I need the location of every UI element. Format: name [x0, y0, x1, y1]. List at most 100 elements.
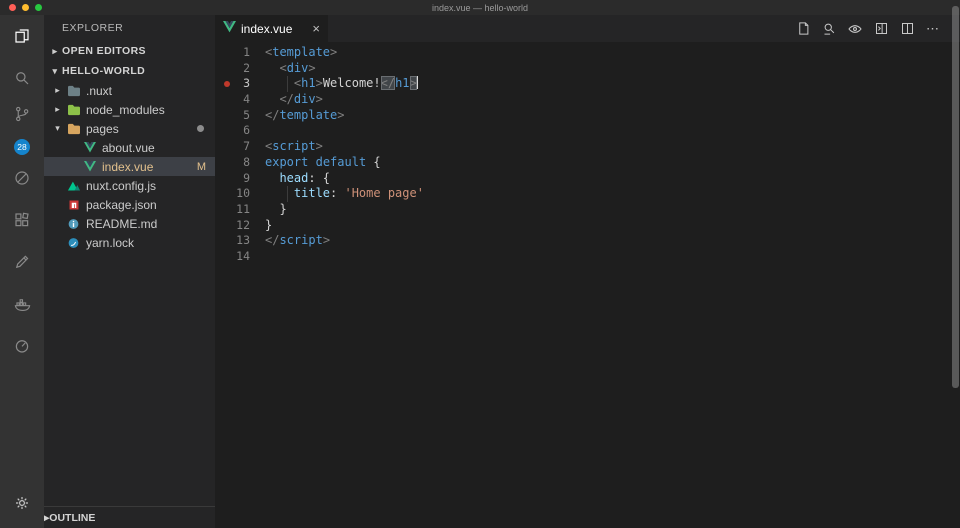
line-number[interactable]: 3 [215, 76, 265, 92]
close-tab-icon[interactable]: × [312, 22, 320, 35]
tree-item-label: package.json [82, 198, 157, 212]
extensions-icon[interactable] [0, 199, 44, 241]
code-line[interactable]: 13</script> [215, 233, 960, 249]
line-number[interactable]: 12 [215, 218, 265, 234]
line-number[interactable]: 14 [215, 249, 265, 265]
more-actions-icon[interactable]: ⋯ [920, 21, 946, 37]
open-to-side-icon[interactable] [868, 21, 894, 36]
outline-section[interactable]: ▸ OUTLINE [44, 506, 215, 528]
code-text: </script> [265, 233, 330, 249]
code-line[interactable]: 4 </div> [215, 92, 960, 108]
tree-item-pages[interactable]: ▾ pages [44, 119, 215, 138]
tab-index-vue[interactable]: index.vue × [215, 15, 328, 42]
tree-item-package-json[interactable]: package.json [44, 195, 215, 214]
code-line[interactable]: 9 head: { [215, 171, 960, 187]
tree-item-label: nuxt.config.js [82, 179, 156, 193]
md-icon [65, 218, 82, 230]
code-line[interactable]: 5</template> [215, 108, 960, 124]
code-line[interactable]: 2 <div> [215, 61, 960, 77]
code-line[interactable]: 12} [215, 218, 960, 234]
sidebar-title: EXPLORER [44, 15, 215, 41]
tree-item-label: about.vue [98, 141, 155, 155]
chevron-down-icon: ▾ [50, 123, 65, 134]
code-text: </div> [265, 92, 323, 108]
search-icon[interactable] [0, 57, 44, 99]
tree-item-yarn-lock[interactable]: yarn.lock [44, 233, 215, 252]
code-line[interactable]: 8export default { [215, 155, 960, 171]
code-line[interactable]: 1<template> [215, 45, 960, 61]
file-tree: ▸ .nuxt ▸node_modules ▾ pages about.vue index.… [44, 81, 215, 252]
line-number[interactable]: 7 [215, 139, 265, 155]
line-number[interactable]: 13 [215, 233, 265, 249]
open-preview-icon[interactable] [842, 21, 868, 37]
tree-item-label: .nuxt [82, 84, 112, 98]
code-line[interactable]: 7<script> [215, 139, 960, 155]
chevron-right-icon: ▸ [44, 46, 62, 57]
tab-bar: index.vue × ⋯ [215, 15, 960, 42]
line-number[interactable]: 10 [215, 186, 265, 202]
tree-item-node-modules[interactable]: ▸node_modules [44, 100, 215, 119]
project-label: HELLO-WORLD [62, 65, 145, 77]
tree-item-readme-md[interactable]: README.md [44, 214, 215, 233]
tree-item-label: index.vue [98, 160, 153, 174]
line-number[interactable]: 2 [215, 61, 265, 77]
tree-item-label: node_modules [82, 103, 165, 117]
breakpoint-dot[interactable] [224, 81, 230, 87]
open-editors-section[interactable]: ▸ OPEN EDITORS [44, 41, 215, 61]
code-line[interactable]: 3 <h1>Welcome!</h1> [215, 76, 960, 92]
activity-bar: 28 [0, 15, 44, 528]
tree-item-nuxt-config-js[interactable]: nuxt.config.js [44, 176, 215, 195]
source-control-icon[interactable]: 28 [0, 99, 44, 157]
code-text: } [265, 202, 287, 218]
line-number[interactable]: 11 [215, 202, 265, 218]
split-editor-icon[interactable] [894, 21, 920, 36]
tree-item-index-vue[interactable]: index.vueM [44, 157, 215, 176]
edit-icon[interactable] [0, 241, 44, 283]
line-number[interactable]: 4 [215, 92, 265, 108]
circle-slash-icon[interactable] [0, 157, 44, 199]
window-zoom-button[interactable] [35, 4, 42, 11]
code-line[interactable]: 10 title: 'Home page' [215, 186, 960, 202]
gauge-icon[interactable] [0, 325, 44, 367]
tab-label: index.vue [241, 22, 292, 36]
code-text: <div> [265, 61, 316, 77]
line-number[interactable]: 1 [215, 45, 265, 61]
code-editor[interactable]: 1<template>2 <div>3 <h1>Welcome!</h1>4 <… [215, 42, 960, 528]
window-minimize-button[interactable] [22, 4, 29, 11]
indent-guide [287, 76, 288, 92]
code-text: <script> [265, 139, 323, 155]
indent-guide [287, 186, 288, 202]
window-close-button[interactable] [9, 4, 16, 11]
settings-gear-icon[interactable] [0, 482, 44, 524]
open-changes-icon[interactable] [790, 21, 816, 36]
window-title: index.vue — hello-world [0, 3, 960, 13]
folder-pages-icon [65, 123, 82, 135]
chevron-right-icon: ▸ [50, 85, 65, 96]
docker-icon[interactable] [0, 283, 44, 325]
tree-item-label: pages [82, 122, 119, 136]
window-controls [9, 4, 42, 11]
vue-icon [81, 161, 98, 172]
folder-node-icon [65, 104, 82, 116]
code-line[interactable]: 11 } [215, 202, 960, 218]
code-text: <template> [265, 45, 337, 61]
sidebar-explorer: EXPLORER ▸ OPEN EDITORS ▾ HELLO-WORLD ▸.… [44, 15, 215, 528]
nuxt-icon [65, 180, 82, 191]
code-line[interactable]: 14 [215, 249, 960, 265]
project-section[interactable]: ▾ HELLO-WORLD [44, 61, 215, 81]
yarn-icon [65, 237, 82, 249]
tree-item-about-vue[interactable]: about.vue [44, 138, 215, 157]
scrollbar-thumb[interactable] [952, 6, 959, 388]
explorer-icon[interactable] [0, 15, 44, 57]
line-number[interactable]: 5 [215, 108, 265, 124]
scm-badge: 28 [14, 139, 30, 155]
line-number[interactable]: 6 [215, 123, 265, 139]
tree-item--nuxt[interactable]: ▸ .nuxt [44, 81, 215, 100]
text-cursor [417, 76, 419, 89]
npm-icon [65, 199, 82, 211]
code-line[interactable]: 6 [215, 123, 960, 139]
search-editor-icon[interactable] [816, 21, 842, 36]
code-text: export default { [265, 155, 381, 171]
line-number[interactable]: 8 [215, 155, 265, 171]
line-number[interactable]: 9 [215, 171, 265, 187]
